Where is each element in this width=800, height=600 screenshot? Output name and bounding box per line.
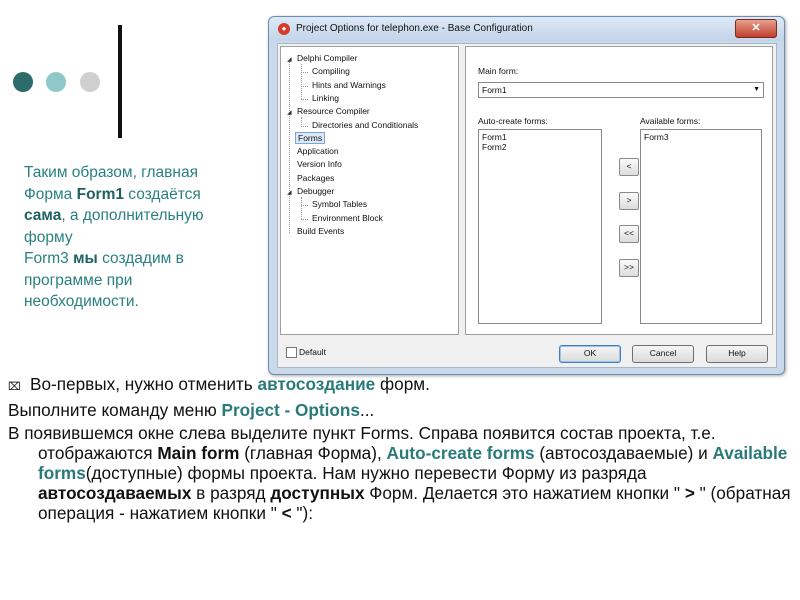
tree-item[interactable]: Packages bbox=[287, 172, 336, 185]
tree-item[interactable]: ◢ Delphi Compiler bbox=[287, 52, 359, 65]
paragraph-3: В появившемся окне слева выделите пункт … bbox=[8, 423, 791, 523]
options-tree: ◢ Delphi Compiler Compiling Hints and Warni… bbox=[280, 46, 459, 335]
side-note-line: Form3 мы создадим в bbox=[24, 250, 184, 267]
paragraph-1: ⌧ Во-первых, нужно отменить автосоздание … bbox=[8, 374, 792, 397]
tree-connector bbox=[301, 85, 308, 87]
collapse-icon[interactable]: ◢ bbox=[287, 54, 295, 67]
tree-item[interactable]: Directories and Conditionals bbox=[310, 119, 420, 132]
tree-item-label: Build Events bbox=[297, 225, 345, 236]
tree-item-label: Packages bbox=[297, 172, 335, 183]
list-item[interactable]: Form3 bbox=[644, 132, 758, 142]
tree-item-label: Forms bbox=[295, 131, 326, 144]
auto-create-list[interactable]: Form1 Form2 bbox=[478, 129, 602, 324]
tree-item[interactable]: Symbol Tables bbox=[310, 198, 369, 211]
decor-dot-light bbox=[46, 72, 66, 92]
side-note-line: сама, а дополнительную bbox=[24, 207, 204, 224]
side-note-line: форму bbox=[24, 228, 73, 246]
tree-item-label: Compiling bbox=[312, 66, 350, 77]
dialog-client: ◢ Delphi Compiler Compiling Hints and Warni… bbox=[277, 43, 777, 368]
move-left-button[interactable]: < bbox=[619, 158, 639, 176]
default-label: Default bbox=[299, 347, 326, 357]
app-icon: ● bbox=[278, 23, 290, 35]
dialog-title: Project Options for telephon.exe - Base … bbox=[296, 23, 533, 34]
tree-item-label: Delphi Compiler bbox=[297, 53, 358, 63]
close-button[interactable]: ✕ bbox=[735, 19, 777, 38]
decor-dot-grey bbox=[80, 72, 100, 92]
main-form-label: Main form: bbox=[478, 66, 519, 76]
main-form-select[interactable]: Form1 ▼ bbox=[478, 82, 764, 98]
tree-item[interactable]: Environment Block bbox=[310, 212, 385, 225]
tree-connector bbox=[301, 125, 308, 127]
tree-connector bbox=[301, 64, 302, 99]
tree-item[interactable]: Linking bbox=[310, 92, 341, 105]
instructions-text: ⌧ Во-первых, нужно отменить автосоздание … bbox=[8, 374, 792, 526]
help-button[interactable]: Help bbox=[706, 345, 768, 363]
side-note-line: Форма Form1 создаётся bbox=[24, 185, 201, 203]
tree-item[interactable]: Application bbox=[287, 145, 341, 158]
forms-panel: Main form: Form1 ▼ Auto-create forms: Fo… bbox=[465, 46, 773, 335]
available-list[interactable]: Form3 bbox=[640, 129, 762, 324]
tree-connector bbox=[301, 197, 302, 219]
tree-item[interactable]: Forms bbox=[287, 131, 326, 145]
available-label: Available forms: bbox=[640, 116, 701, 126]
collapse-icon[interactable]: ◢ bbox=[287, 107, 295, 120]
tree-item[interactable]: ◢ Resource Compiler bbox=[287, 105, 372, 118]
side-note-line: необходимости. bbox=[24, 293, 139, 310]
main-form-value: Form1 bbox=[482, 85, 507, 95]
move-all-right-button[interactable]: >> bbox=[619, 259, 639, 277]
tree-connector bbox=[301, 98, 308, 100]
move-all-left-button[interactable]: << bbox=[619, 225, 639, 243]
tree-item-label: Linking bbox=[312, 92, 339, 103]
cancel-button[interactable]: Cancel bbox=[632, 345, 694, 363]
auto-create-label: Auto-create forms: bbox=[478, 116, 548, 126]
tree-connector bbox=[301, 117, 302, 126]
dialog-titlebar[interactable]: ● Project Options for telephon.exe - Bas… bbox=[269, 17, 784, 41]
tree-item-label: Resource Compiler bbox=[297, 106, 370, 117]
list-item[interactable]: Form1 bbox=[482, 132, 598, 142]
project-options-dialog: ● Project Options for telephon.exe - Bas… bbox=[268, 16, 785, 375]
tree-connector bbox=[301, 205, 308, 207]
tree-item[interactable]: Hints and Warnings bbox=[310, 79, 388, 92]
tree-item[interactable]: ◢ Debugger bbox=[287, 185, 336, 198]
chevron-down-icon[interactable]: ▼ bbox=[753, 83, 760, 97]
tree-item-label: Directories and Conditionals bbox=[312, 119, 419, 130]
tree-item[interactable]: Build Events bbox=[287, 225, 346, 238]
move-right-button[interactable]: > bbox=[619, 192, 639, 210]
list-item[interactable]: Form2 bbox=[482, 142, 598, 152]
tree-item-label: Debugger bbox=[297, 186, 335, 196]
tree-connector bbox=[301, 72, 308, 74]
tree-item-label: Symbol Tables bbox=[312, 199, 368, 210]
tree-item-label: Environment Block bbox=[312, 212, 383, 223]
bullet-icon: ⌧ bbox=[8, 381, 21, 393]
collapse-icon[interactable]: ◢ bbox=[287, 187, 295, 200]
side-note: Таким образом, главная Форма Form1 созда… bbox=[24, 162, 264, 313]
side-note-line: программе при bbox=[24, 271, 133, 289]
decor-vertical-line bbox=[118, 25, 122, 138]
side-note-line: Таким образом, главная bbox=[24, 164, 198, 181]
ok-button[interactable]: OK bbox=[559, 345, 621, 363]
default-checkbox[interactable] bbox=[286, 347, 297, 358]
tree-item-label: Hints and Warnings bbox=[312, 79, 386, 90]
tree-item[interactable]: Version Info bbox=[287, 158, 344, 171]
tree-item-label: Application bbox=[297, 146, 339, 157]
paragraph-2: Выполните команду меню Project - Options… bbox=[8, 400, 375, 420]
tree-item-label: Version Info bbox=[297, 159, 342, 170]
tree-connector bbox=[301, 218, 308, 220]
tree-item[interactable]: Compiling bbox=[310, 65, 352, 78]
decor-dot-dark bbox=[13, 72, 33, 92]
